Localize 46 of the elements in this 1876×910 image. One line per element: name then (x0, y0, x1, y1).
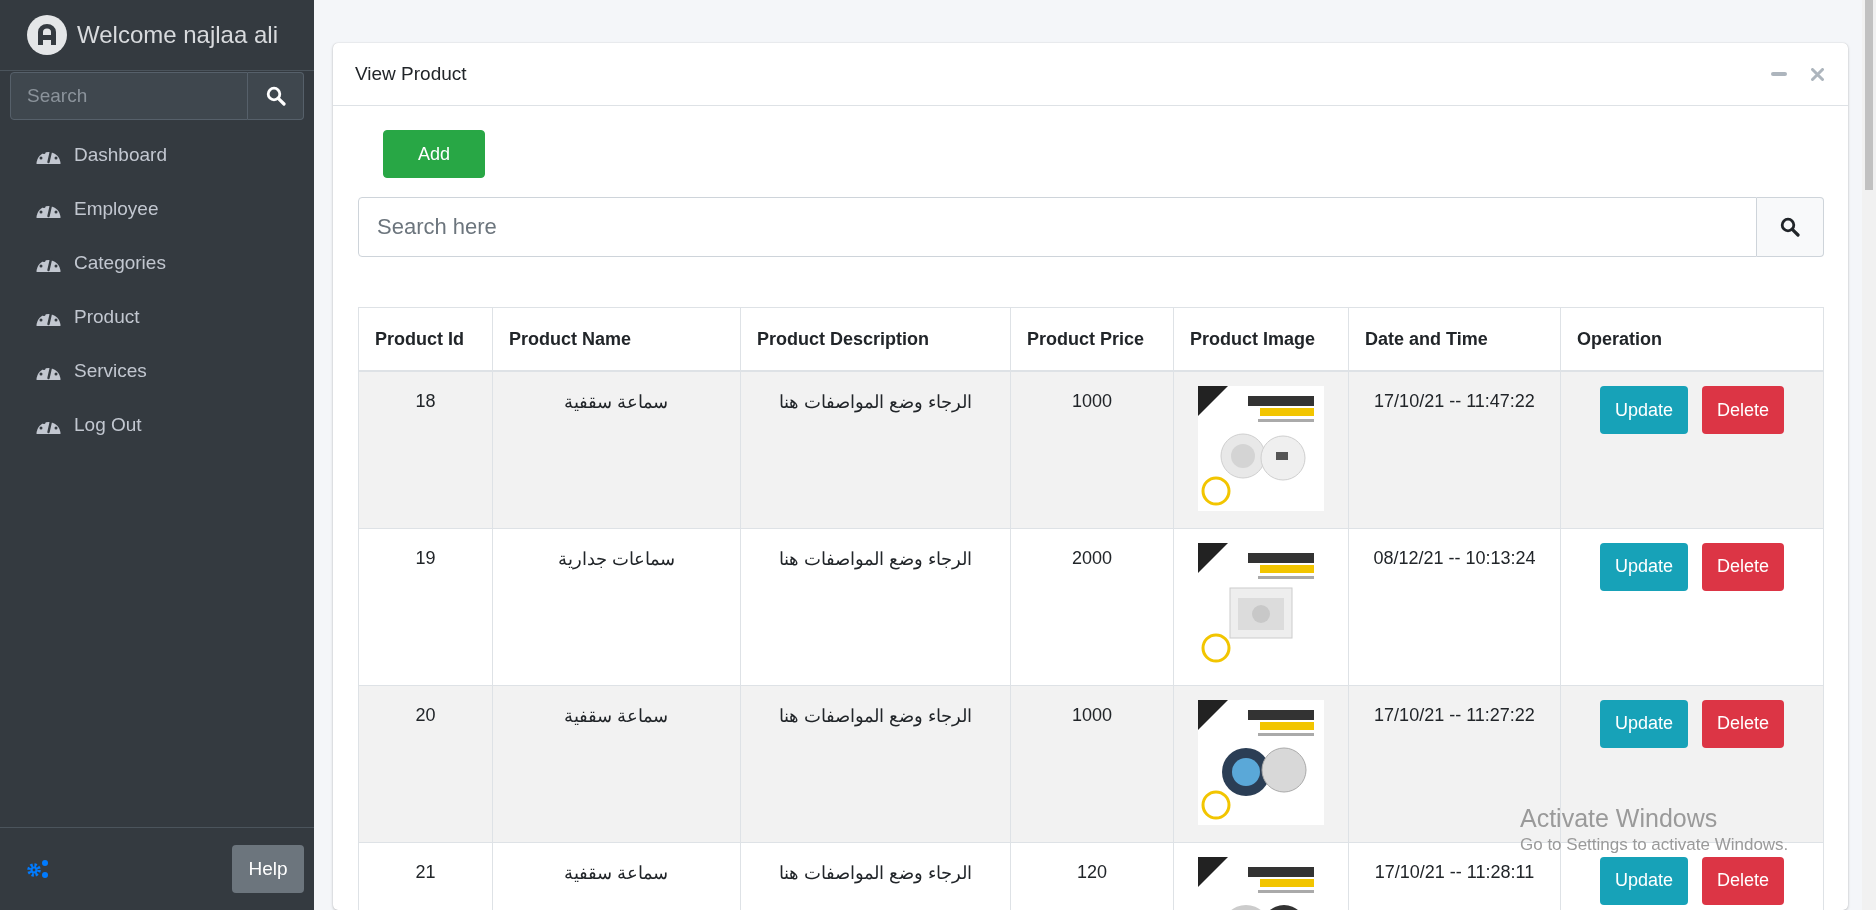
table-cell: سماعة سقفية (492, 685, 741, 842)
table-cell: الرجاء وضع المواصفات هنا (740, 685, 1011, 842)
table-cell: 1000 (1010, 685, 1174, 842)
update-button[interactable]: Update (1599, 386, 1688, 434)
update-button[interactable]: Update (1599, 856, 1688, 905)
update-button[interactable]: Update (1599, 699, 1688, 748)
delete-button[interactable]: Delete (1702, 856, 1785, 905)
table-cell: الرجاء وضع المواصفات هنا (740, 528, 1011, 685)
delete-button[interactable]: Delete (1702, 699, 1785, 748)
table-cell: سماعة سقفية (492, 371, 741, 528)
close-button[interactable] (1809, 65, 1826, 83)
scrollbar[interactable] (1862, 0, 1876, 910)
card-title: View Product (355, 63, 467, 85)
table-cell: 21 (358, 842, 493, 910)
table-cell: سماعات جدارية (492, 528, 741, 685)
delete-button[interactable]: Delete (1702, 386, 1785, 434)
search-icon (265, 86, 286, 106)
add-button[interactable]: Add (383, 130, 485, 178)
search-icon (1780, 217, 1800, 237)
table-cell: 19 (358, 528, 493, 685)
minimize-button[interactable] (1769, 70, 1789, 78)
welcome-text: Welcome najlaa ali (77, 21, 278, 49)
delete-button[interactable]: Delete (1702, 542, 1785, 591)
search-field[interactable]: Search (10, 72, 248, 120)
nav-item[interactable]: Employee (0, 182, 314, 236)
nav-item[interactable]: Services (0, 344, 314, 398)
help-button[interactable]: Help (232, 845, 304, 893)
gears-icon[interactable] (26, 858, 50, 880)
table-cell: 1000 (1010, 371, 1174, 528)
activation-title: Activate Windows (1520, 804, 1719, 833)
nav-item[interactable]: Product (0, 290, 314, 344)
table-cell: 08/12/21 -- 10:13:24 (1348, 528, 1561, 685)
nav-item[interactable]: Categories (0, 236, 314, 290)
table-cell: 18 (358, 371, 493, 528)
activation-text: Go to Settings to activate Windows. (1520, 835, 1789, 855)
search-button[interactable] (248, 72, 304, 120)
table-cell: 2000 (1010, 528, 1174, 685)
table-cell: 17/10/21 -- 11:47:22 (1348, 371, 1561, 528)
minimize-icon (1771, 72, 1787, 76)
close-icon (1811, 67, 1824, 81)
table-cell: 20 (358, 685, 493, 842)
table-cell: الرجاء وضع المواصفات هنا (740, 371, 1011, 528)
nav-item[interactable]: Dashboard (0, 128, 314, 182)
nav-item[interactable]: Log Out (0, 398, 314, 452)
avatar-icon (27, 15, 67, 55)
update-button[interactable]: Update (1599, 542, 1688, 591)
